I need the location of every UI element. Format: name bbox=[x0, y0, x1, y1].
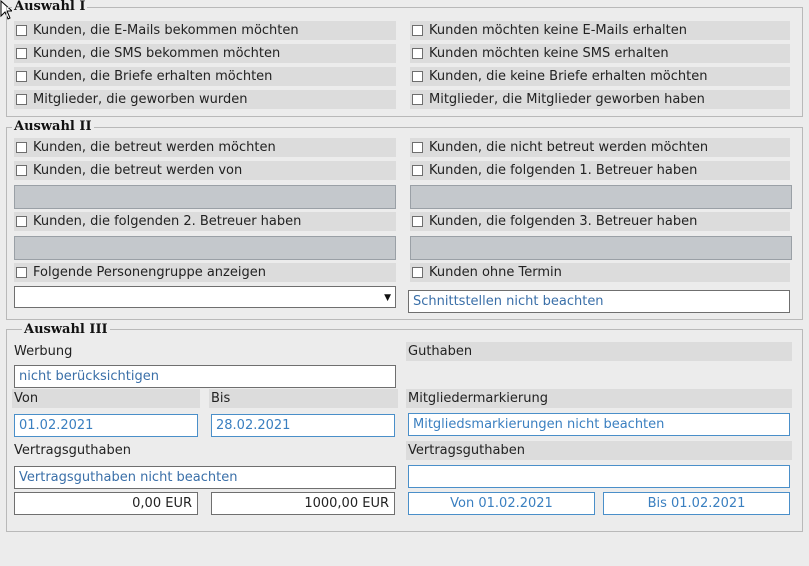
checkbox-label: Kunden, die E-Mails bekommen möchten bbox=[33, 23, 299, 38]
checkbox-emails-yes[interactable]: Kunden, die E-Mails bekommen möchten bbox=[14, 21, 396, 40]
auswahl-1-title: Auswahl I bbox=[12, 0, 88, 14]
checkbox-sms-no[interactable]: Kunden möchten keine SMS erhalten bbox=[410, 44, 790, 63]
checkbox-label: Kunden, die SMS bekommen möchten bbox=[33, 46, 281, 61]
checkbox-box[interactable] bbox=[16, 142, 27, 153]
checkbox-box[interactable] bbox=[412, 48, 423, 59]
checkbox-box[interactable] bbox=[412, 142, 423, 153]
cared-by-field-disabled bbox=[14, 185, 396, 209]
advertising-label: Werbung bbox=[14, 344, 73, 359]
checkbox-label: Kunden, die folgenden 2. Betreuer haben bbox=[33, 214, 302, 229]
to-date-label: Bis bbox=[209, 389, 398, 408]
amount-to-field[interactable]: 1000,00 EUR bbox=[211, 492, 395, 515]
from-date-field[interactable]: 01.02.2021 bbox=[14, 414, 198, 437]
checkbox-advisor-2[interactable]: Kunden, die folgenden 2. Betreuer haben bbox=[14, 212, 396, 231]
advisor-2-field-disabled bbox=[14, 236, 396, 260]
checkbox-care-not-wanted[interactable]: Kunden, die nicht betreut werden möchten bbox=[410, 138, 790, 157]
credit-label: Guthaben bbox=[406, 342, 792, 361]
advertising-field[interactable]: nicht berücksichtigen bbox=[14, 365, 396, 388]
checkbox-label: Mitglieder, die Mitglieder geworben habe… bbox=[429, 92, 705, 107]
member-marking-field[interactable]: Mitgliedsmarkierungen nicht beachten bbox=[408, 413, 790, 436]
checkbox-box[interactable] bbox=[16, 48, 27, 59]
contract-credit-right-field[interactable] bbox=[408, 465, 790, 488]
checkbox-box[interactable] bbox=[412, 165, 423, 176]
date-from-button[interactable]: Von 01.02.2021 bbox=[408, 492, 595, 515]
amount-from-field[interactable]: 0,00 EUR bbox=[14, 492, 198, 515]
chevron-down-icon[interactable]: ▼ bbox=[384, 293, 391, 303]
person-group-select[interactable]: ▼ bbox=[14, 286, 396, 308]
checkbox-box[interactable] bbox=[412, 216, 423, 227]
checkbox-care-wanted[interactable]: Kunden, die betreut werden möchten bbox=[14, 138, 396, 157]
checkbox-label: Kunden, die betreut werden möchten bbox=[33, 140, 276, 155]
checkbox-box[interactable] bbox=[412, 267, 423, 278]
checkbox-emails-no[interactable]: Kunden möchten keine E-Mails erhalten bbox=[410, 21, 790, 40]
checkbox-box[interactable] bbox=[16, 216, 27, 227]
auswahl-3-title: Auswahl III bbox=[22, 322, 110, 337]
checkbox-label: Kunden, die nicht betreut werden möchten bbox=[429, 140, 709, 155]
checkbox-label: Kunden, die Briefe erhalten möchten bbox=[33, 69, 273, 84]
checkbox-label: Kunden möchten keine E-Mails erhalten bbox=[429, 23, 687, 38]
checkbox-no-appointment[interactable]: Kunden ohne Termin bbox=[410, 263, 790, 282]
auswahl-2-title: Auswahl II bbox=[12, 119, 94, 134]
checkbox-recruiting-members[interactable]: Mitglieder, die Mitglieder geworben habe… bbox=[410, 90, 790, 109]
checkbox-cared-by[interactable]: Kunden, die betreut werden von bbox=[14, 161, 396, 180]
checkbox-label: Kunden, die betreut werden von bbox=[33, 163, 243, 178]
from-date-label: Von bbox=[12, 389, 200, 408]
contract-credit-label-left: Vertragsguthaben bbox=[14, 443, 131, 458]
checkbox-recruited-members[interactable]: Mitglieder, die geworben wurden bbox=[14, 90, 396, 109]
date-to-button[interactable]: Bis 01.02.2021 bbox=[603, 492, 790, 515]
checkbox-box[interactable] bbox=[16, 165, 27, 176]
to-date-field[interactable]: 28.02.2021 bbox=[211, 414, 395, 437]
checkbox-box[interactable] bbox=[16, 267, 27, 278]
checkbox-letters-yes[interactable]: Kunden, die Briefe erhalten möchten bbox=[14, 67, 396, 86]
advisor-1-field-disabled bbox=[410, 185, 792, 209]
checkbox-label: Kunden möchten keine SMS erhalten bbox=[429, 46, 669, 61]
checkbox-box[interactable] bbox=[412, 71, 423, 82]
checkbox-label: Kunden, die folgenden 1. Betreuer haben bbox=[429, 163, 698, 178]
checkbox-box[interactable] bbox=[16, 71, 27, 82]
contract-credit-field[interactable]: Vertragsguthaben nicht beachten bbox=[14, 466, 396, 489]
checkbox-box[interactable] bbox=[16, 94, 27, 105]
checkbox-label: Kunden ohne Termin bbox=[429, 265, 562, 280]
checkbox-box[interactable] bbox=[16, 25, 27, 36]
checkbox-sms-yes[interactable]: Kunden, die SMS bekommen möchten bbox=[14, 44, 396, 63]
checkbox-box[interactable] bbox=[412, 25, 423, 36]
checkbox-label: Folgende Personengruppe anzeigen bbox=[33, 265, 266, 280]
member-marking-label: Mitgliedermarkierung bbox=[406, 389, 792, 408]
checkbox-box[interactable] bbox=[412, 94, 423, 105]
checkbox-label: Kunden, die folgenden 3. Betreuer haben bbox=[429, 214, 698, 229]
advisor-3-field-disabled bbox=[410, 236, 792, 260]
checkbox-label: Kunden, die keine Briefe erhalten möchte… bbox=[429, 69, 708, 84]
contract-credit-label-right: Vertragsguthaben bbox=[406, 441, 792, 460]
checkbox-label: Mitglieder, die geworben wurden bbox=[33, 92, 248, 107]
checkbox-advisor-3[interactable]: Kunden, die folgenden 3. Betreuer haben bbox=[410, 212, 790, 231]
interfaces-field[interactable]: Schnittstellen nicht beachten bbox=[408, 290, 790, 313]
checkbox-person-group[interactable]: Folgende Personengruppe anzeigen bbox=[14, 263, 396, 282]
checkbox-letters-no[interactable]: Kunden, die keine Briefe erhalten möchte… bbox=[410, 67, 790, 86]
checkbox-advisor-1[interactable]: Kunden, die folgenden 1. Betreuer haben bbox=[410, 161, 790, 180]
